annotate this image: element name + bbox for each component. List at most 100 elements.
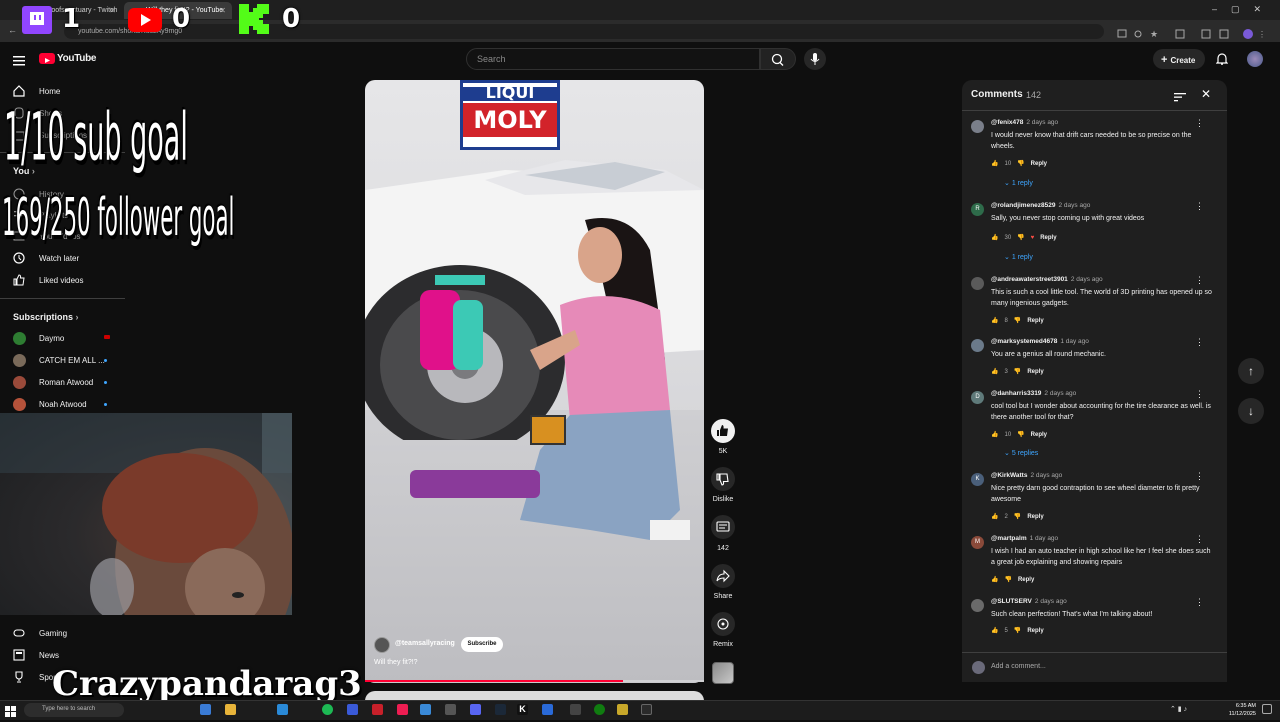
previous-short-button[interactable]: ↑ [1238, 358, 1264, 384]
windows-start-icon[interactable] [5, 704, 16, 717]
view-replies-button[interactable]: ⌄ 1 reply [1004, 179, 1033, 187]
comment-avatar[interactable]: R [971, 203, 984, 216]
thumbs-up-icon[interactable]: 👍 [991, 432, 998, 438]
tiktok-icon[interactable] [397, 704, 408, 715]
spotify-icon[interactable] [322, 704, 333, 715]
reply-button[interactable]: Reply [1031, 432, 1047, 438]
sidebar-item-daymo[interactable]: Daymo [0, 328, 125, 350]
thumbs-down-icon[interactable]: 👎 [1017, 161, 1024, 167]
create-button[interactable]: + Create [1153, 49, 1205, 69]
comment-author[interactable]: @KirkWatts [991, 472, 1027, 479]
thumbs-up-icon[interactable]: 👍 [991, 235, 998, 241]
thumbs-down-icon[interactable]: 👎 [1014, 318, 1021, 324]
thumbs-down-icon[interactable]: 👎 [1014, 369, 1021, 375]
thumbs-down-icon[interactable]: 👎 [1014, 514, 1021, 520]
comment-avatar[interactable] [971, 339, 984, 352]
app-icon[interactable] [617, 704, 628, 715]
app-icon[interactable] [420, 704, 431, 715]
reply-button[interactable]: Reply [1031, 161, 1047, 167]
comments-button[interactable] [711, 515, 735, 539]
comment-author[interactable]: @andreawaterstreet3901 [991, 276, 1068, 283]
more-options-icon[interactable]: ⋮ [1195, 119, 1204, 128]
thumbs-up-icon[interactable]: 👍 [991, 577, 998, 583]
app-icon[interactable] [445, 704, 456, 715]
thumbs-up-icon[interactable]: 👍 [991, 318, 998, 324]
thumbs-down-icon[interactable]: 👎 [1014, 628, 1021, 634]
app-icon[interactable] [372, 704, 383, 715]
sidebar-item-catch-em-all[interactable]: CATCH EM ALL ... [0, 350, 125, 372]
remix-button[interactable] [711, 612, 735, 636]
close-tab-icon[interactable]: ✕ [109, 6, 116, 15]
comment-author[interactable]: @marksystemed4678 [991, 338, 1057, 345]
app-icon[interactable] [641, 704, 652, 715]
url-field[interactable]: youtube.com/shorts/KuczAy9mg0 [64, 24, 1104, 39]
comment-avatar[interactable]: D [971, 391, 984, 404]
comment-author[interactable]: @martpalm [991, 535, 1027, 542]
thumbs-up-icon[interactable]: 👍 [991, 369, 998, 375]
video-channel-name[interactable]: @teamsallyracing [395, 640, 455, 647]
comment-avatar[interactable] [971, 599, 984, 612]
discord-icon[interactable] [470, 704, 481, 715]
comment-author[interactable]: @fenix478 [991, 119, 1023, 126]
comment-avatar[interactable] [971, 277, 984, 290]
file-explorer-icon[interactable] [225, 704, 236, 715]
thumbs-down-icon[interactable]: 👎 [1017, 235, 1024, 241]
add-comment-bar[interactable]: Add a comment... [962, 652, 1227, 682]
voice-search-button[interactable] [804, 48, 826, 70]
comment-avatar[interactable] [971, 120, 984, 133]
add-comment-input[interactable]: Add a comment... [991, 663, 1046, 670]
account-avatar[interactable] [1247, 51, 1263, 67]
youtube-logo-text[interactable]: YouTube [57, 53, 97, 64]
sidebar-item-liked-videos[interactable]: Liked videos [0, 270, 125, 292]
sound-thumbnail[interactable] [712, 662, 734, 684]
dislike-button[interactable] [711, 467, 735, 491]
browser-toolbar-icons[interactable]: ★ ⋮ [1116, 26, 1266, 40]
reply-button[interactable]: Reply [1027, 514, 1043, 520]
reply-button[interactable]: Reply [1027, 318, 1043, 324]
more-options-icon[interactable]: ⋮ [1195, 598, 1204, 607]
share-button[interactable] [711, 564, 735, 588]
more-options-icon[interactable]: ⋮ [1195, 276, 1204, 285]
like-button[interactable] [711, 419, 735, 443]
browser-icon[interactable] [277, 704, 288, 715]
reply-button[interactable]: Reply [1027, 628, 1043, 634]
comment-avatar[interactable]: K [971, 473, 984, 486]
notification-center-icon[interactable] [1262, 704, 1272, 714]
reply-button[interactable]: Reply [1040, 235, 1056, 241]
system-tray-icons[interactable]: ⌃ ▮ ♪ [1170, 705, 1187, 713]
xbox-icon[interactable] [594, 704, 605, 715]
youtube-logo-icon[interactable] [39, 53, 55, 64]
sidebar-item-roman-atwood[interactable]: Roman Atwood [0, 372, 125, 394]
reply-button[interactable]: Reply [1027, 369, 1043, 375]
thumbs-up-icon[interactable]: 👍 [991, 514, 998, 520]
edge-icon[interactable] [200, 704, 211, 715]
more-options-icon[interactable]: ⋮ [1195, 202, 1204, 211]
more-options-icon[interactable]: ⋮ [1195, 535, 1204, 544]
comment-avatar[interactable]: M [971, 536, 984, 549]
comment-author[interactable]: @SLUTSERV [991, 598, 1032, 605]
view-replies-button[interactable]: ⌄ 1 reply [1004, 253, 1033, 261]
more-options-icon[interactable]: ⋮ [1195, 338, 1204, 347]
more-options-icon[interactable]: ⋮ [1195, 472, 1204, 481]
sidebar-item-watch-later[interactable]: Watch later [0, 248, 125, 270]
reply-button[interactable]: Reply [1018, 577, 1034, 583]
sort-icon[interactable] [1174, 89, 1186, 102]
notifications-icon[interactable] [1215, 52, 1229, 65]
thumbs-up-icon[interactable]: 👍 [991, 628, 998, 634]
steam-icon[interactable] [495, 704, 506, 715]
close-icon[interactable]: ✕ [1201, 87, 1211, 101]
thumbs-down-icon[interactable]: 👎 [1004, 577, 1011, 583]
sidebar-subscriptions-heading[interactable]: Subscriptions › [13, 312, 79, 322]
kick-app-icon[interactable]: K [517, 704, 528, 715]
search-input[interactable]: Search [466, 48, 760, 70]
video-progress-bar[interactable] [365, 680, 704, 682]
subscribe-button[interactable]: Subscribe [461, 637, 503, 652]
comment-author[interactable]: @rolandjimenez8529 [991, 202, 1056, 209]
view-replies-button[interactable]: ⌄ 5 replies [1004, 449, 1038, 457]
sidebar-item-gaming[interactable]: Gaming [0, 623, 125, 645]
app-icon[interactable] [347, 704, 358, 715]
taskbar-search-input[interactable]: Type here to search [24, 703, 124, 717]
app-icon[interactable] [542, 704, 553, 715]
search-button[interactable] [760, 48, 796, 70]
channel-avatar[interactable] [374, 637, 390, 653]
